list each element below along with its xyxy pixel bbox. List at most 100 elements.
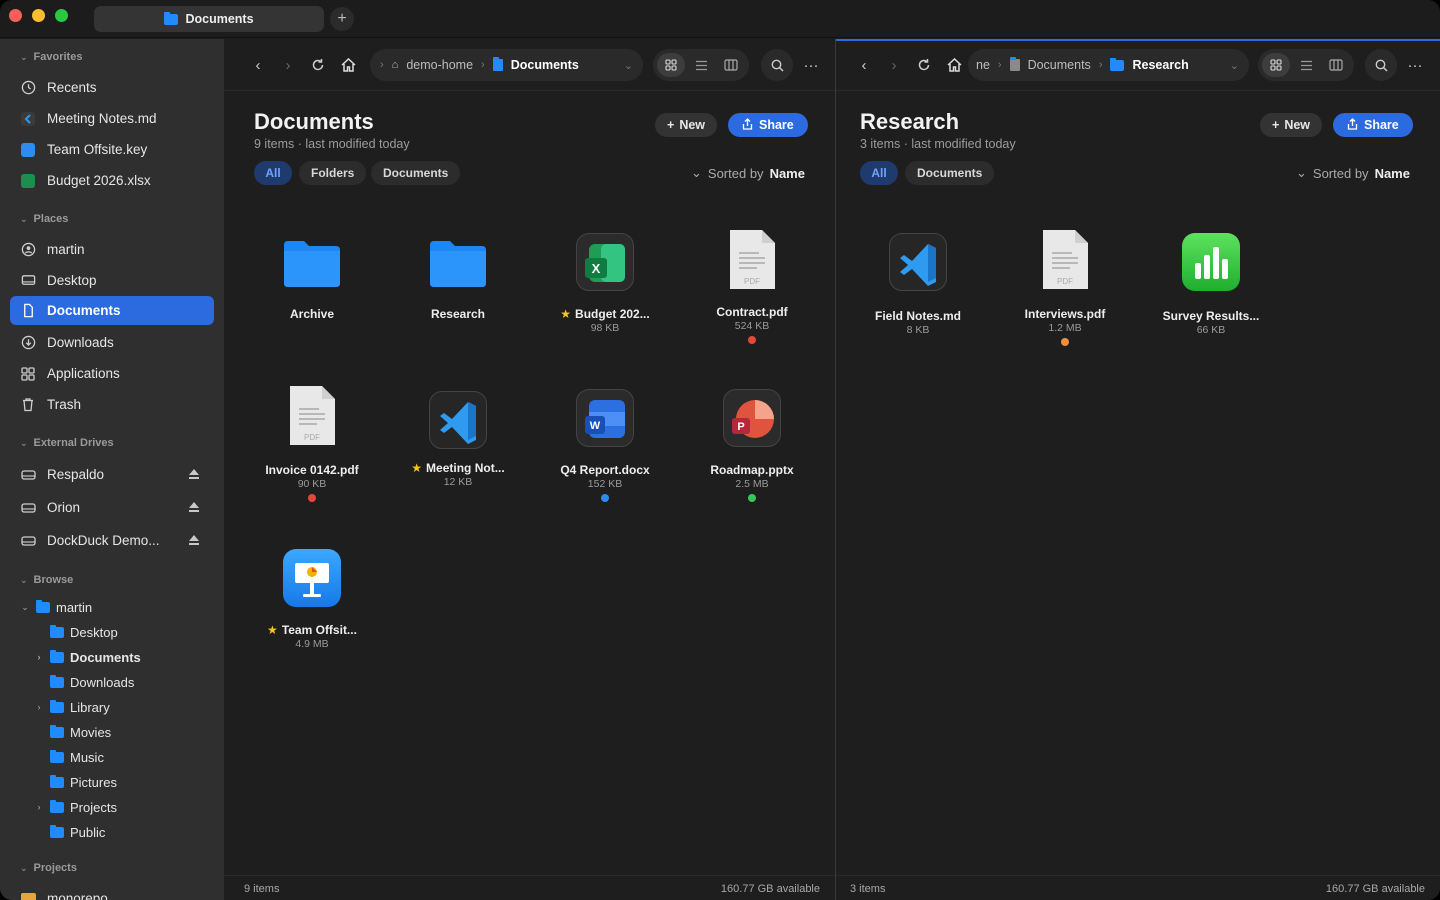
keynote-file-icon	[20, 142, 36, 158]
sidebar-item-applications[interactable]: Applications	[10, 359, 214, 388]
crumb-documents[interactable]: Documents	[511, 58, 579, 72]
crumb-documents[interactable]: Documents	[1028, 58, 1091, 72]
share-button[interactable]: Share	[1333, 113, 1413, 137]
page-subtitle: 3 items · last modified today	[860, 137, 1016, 151]
crumb-truncated[interactable]: ne	[976, 58, 990, 72]
filter-all[interactable]: All	[254, 161, 292, 185]
item-count: 9 items	[244, 883, 280, 895]
sidebar-section-browse[interactable]: ⌄ Browse	[20, 574, 73, 586]
new-button[interactable]: + New	[1260, 113, 1323, 137]
new-tab-button[interactable]: +	[330, 7, 354, 31]
document-icon	[492, 57, 503, 71]
left-breadcrumb: › ⌂ demo-home › Documents ⌄	[370, 49, 643, 81]
available-space: 160.77 GB available	[720, 883, 820, 895]
refresh-icon[interactable]	[911, 52, 937, 78]
grid-view-icon[interactable]	[1262, 53, 1290, 77]
chevron-down-icon[interactable]: ⌄	[624, 59, 633, 72]
sidebar-section-external-drives[interactable]: ⌄ External Drives	[20, 437, 114, 449]
chevron-down-icon: ⌄	[20, 51, 28, 62]
back-icon[interactable]: ‹	[245, 52, 271, 78]
svg-text:PDF: PDF	[304, 433, 320, 442]
zoom-window-button[interactable]	[55, 9, 68, 22]
word-icon: W	[575, 387, 635, 449]
back-icon[interactable]: ‹	[851, 52, 877, 78]
sidebar-item-recents[interactable]: Recents	[10, 73, 214, 102]
more-icon[interactable]: ···	[798, 52, 824, 78]
sidebar-section-places[interactable]: ⌄ Places	[20, 213, 68, 225]
tree-item-documents[interactable]: › Documents	[34, 646, 141, 668]
sidebar-item-meeting-notes[interactable]: Meeting Notes.md	[10, 104, 214, 133]
tree-item-downloads[interactable]: Downloads	[34, 671, 134, 693]
sidebar-item-drive-orion[interactable]: Orion	[10, 493, 214, 522]
filter-documents[interactable]: Documents	[371, 161, 461, 185]
folder-icon	[50, 824, 64, 838]
chevron-right-icon[interactable]: ›	[34, 652, 44, 662]
drive-icon	[20, 533, 36, 549]
numbers-icon	[1181, 231, 1241, 293]
list-view-icon[interactable]	[1292, 53, 1320, 77]
more-icon[interactable]: ···	[1402, 52, 1428, 78]
list-view-icon[interactable]	[687, 53, 715, 77]
svg-text:X: X	[592, 261, 601, 276]
sidebar-item-documents[interactable]: Documents	[10, 296, 214, 325]
sidebar-item-monorepo[interactable]: monorepo	[10, 884, 214, 900]
home-icon[interactable]	[941, 52, 967, 78]
crumb-demo-home[interactable]: demo-home	[406, 58, 473, 72]
tree-item-projects[interactable]: › Projects	[34, 796, 117, 818]
tree-item-pictures[interactable]: Pictures	[34, 771, 117, 793]
folder-icon	[428, 231, 488, 293]
forward-icon[interactable]: ›	[275, 52, 301, 78]
window-tab-label: Documents	[185, 12, 254, 26]
crumb-research[interactable]: Research	[1132, 58, 1188, 72]
folder-icon	[50, 649, 64, 663]
window-tab[interactable]: Documents	[94, 6, 324, 32]
close-window-button[interactable]	[9, 9, 22, 22]
vscode-file-icon	[20, 111, 36, 127]
share-button[interactable]: Share	[728, 113, 808, 137]
search-icon[interactable]	[1365, 49, 1397, 81]
sort-control[interactable]: ⌄ Sorted by Name	[691, 165, 805, 181]
svg-text:PDF: PDF	[1057, 277, 1073, 286]
sidebar-item-team-offsite[interactable]: Team Offsite.key	[10, 135, 214, 164]
column-view-icon[interactable]	[1322, 53, 1350, 77]
chevron-right-icon[interactable]: ›	[34, 802, 44, 812]
search-icon[interactable]	[761, 49, 793, 81]
sidebar-item-drive-respaldo[interactable]: Respaldo	[10, 460, 214, 489]
filter-folders[interactable]: Folders	[299, 161, 367, 185]
home-icon[interactable]	[335, 52, 361, 78]
tag-dot	[748, 494, 756, 502]
minimize-window-button[interactable]	[32, 9, 45, 22]
filter-documents[interactable]: Documents	[905, 161, 995, 185]
chevron-down-icon[interactable]: ⌄	[1230, 59, 1239, 72]
sidebar-section-projects[interactable]: ⌄ Projects	[20, 862, 77, 874]
sidebar-section-favorites[interactable]: ⌄ Favorites	[20, 51, 82, 63]
folder-icon	[282, 231, 342, 293]
sidebar-item-budget[interactable]: Budget 2026.xlsx	[10, 166, 214, 195]
filter-all[interactable]: All	[860, 161, 898, 185]
new-button[interactable]: + New	[655, 113, 718, 137]
tree-item-movies[interactable]: Movies	[34, 721, 111, 743]
forward-icon[interactable]: ›	[881, 52, 907, 78]
folder-icon	[1110, 57, 1125, 71]
tree-item-martin[interactable]: ⌄ martin	[20, 596, 92, 618]
sidebar-item-martin[interactable]: martin	[10, 235, 214, 264]
column-view-icon[interactable]	[717, 53, 745, 77]
sort-control[interactable]: ⌄ Sorted by Name	[1296, 165, 1410, 181]
eject-icon[interactable]	[188, 534, 200, 546]
folder-icon	[50, 699, 64, 713]
refresh-icon[interactable]	[305, 52, 331, 78]
sidebar-item-trash[interactable]: Trash	[10, 390, 214, 419]
tree-item-library[interactable]: › Library	[34, 696, 110, 718]
tree-item-music[interactable]: Music	[34, 746, 104, 768]
sidebar-item-desktop[interactable]: Desktop	[10, 266, 214, 295]
sidebar-item-downloads[interactable]: Downloads	[10, 328, 214, 357]
tree-item-desktop[interactable]: Desktop	[34, 621, 118, 643]
chevron-down-icon: ⌄	[20, 437, 28, 448]
tree-item-public[interactable]: Public	[34, 821, 105, 843]
grid-view-icon[interactable]	[657, 53, 685, 77]
chevron-right-icon[interactable]: ›	[34, 702, 44, 712]
sidebar-item-drive-dockduck[interactable]: DockDuck Demo...	[10, 526, 214, 555]
eject-icon[interactable]	[188, 501, 200, 513]
eject-icon[interactable]	[188, 468, 200, 480]
chevron-right-icon: ›	[481, 59, 485, 71]
